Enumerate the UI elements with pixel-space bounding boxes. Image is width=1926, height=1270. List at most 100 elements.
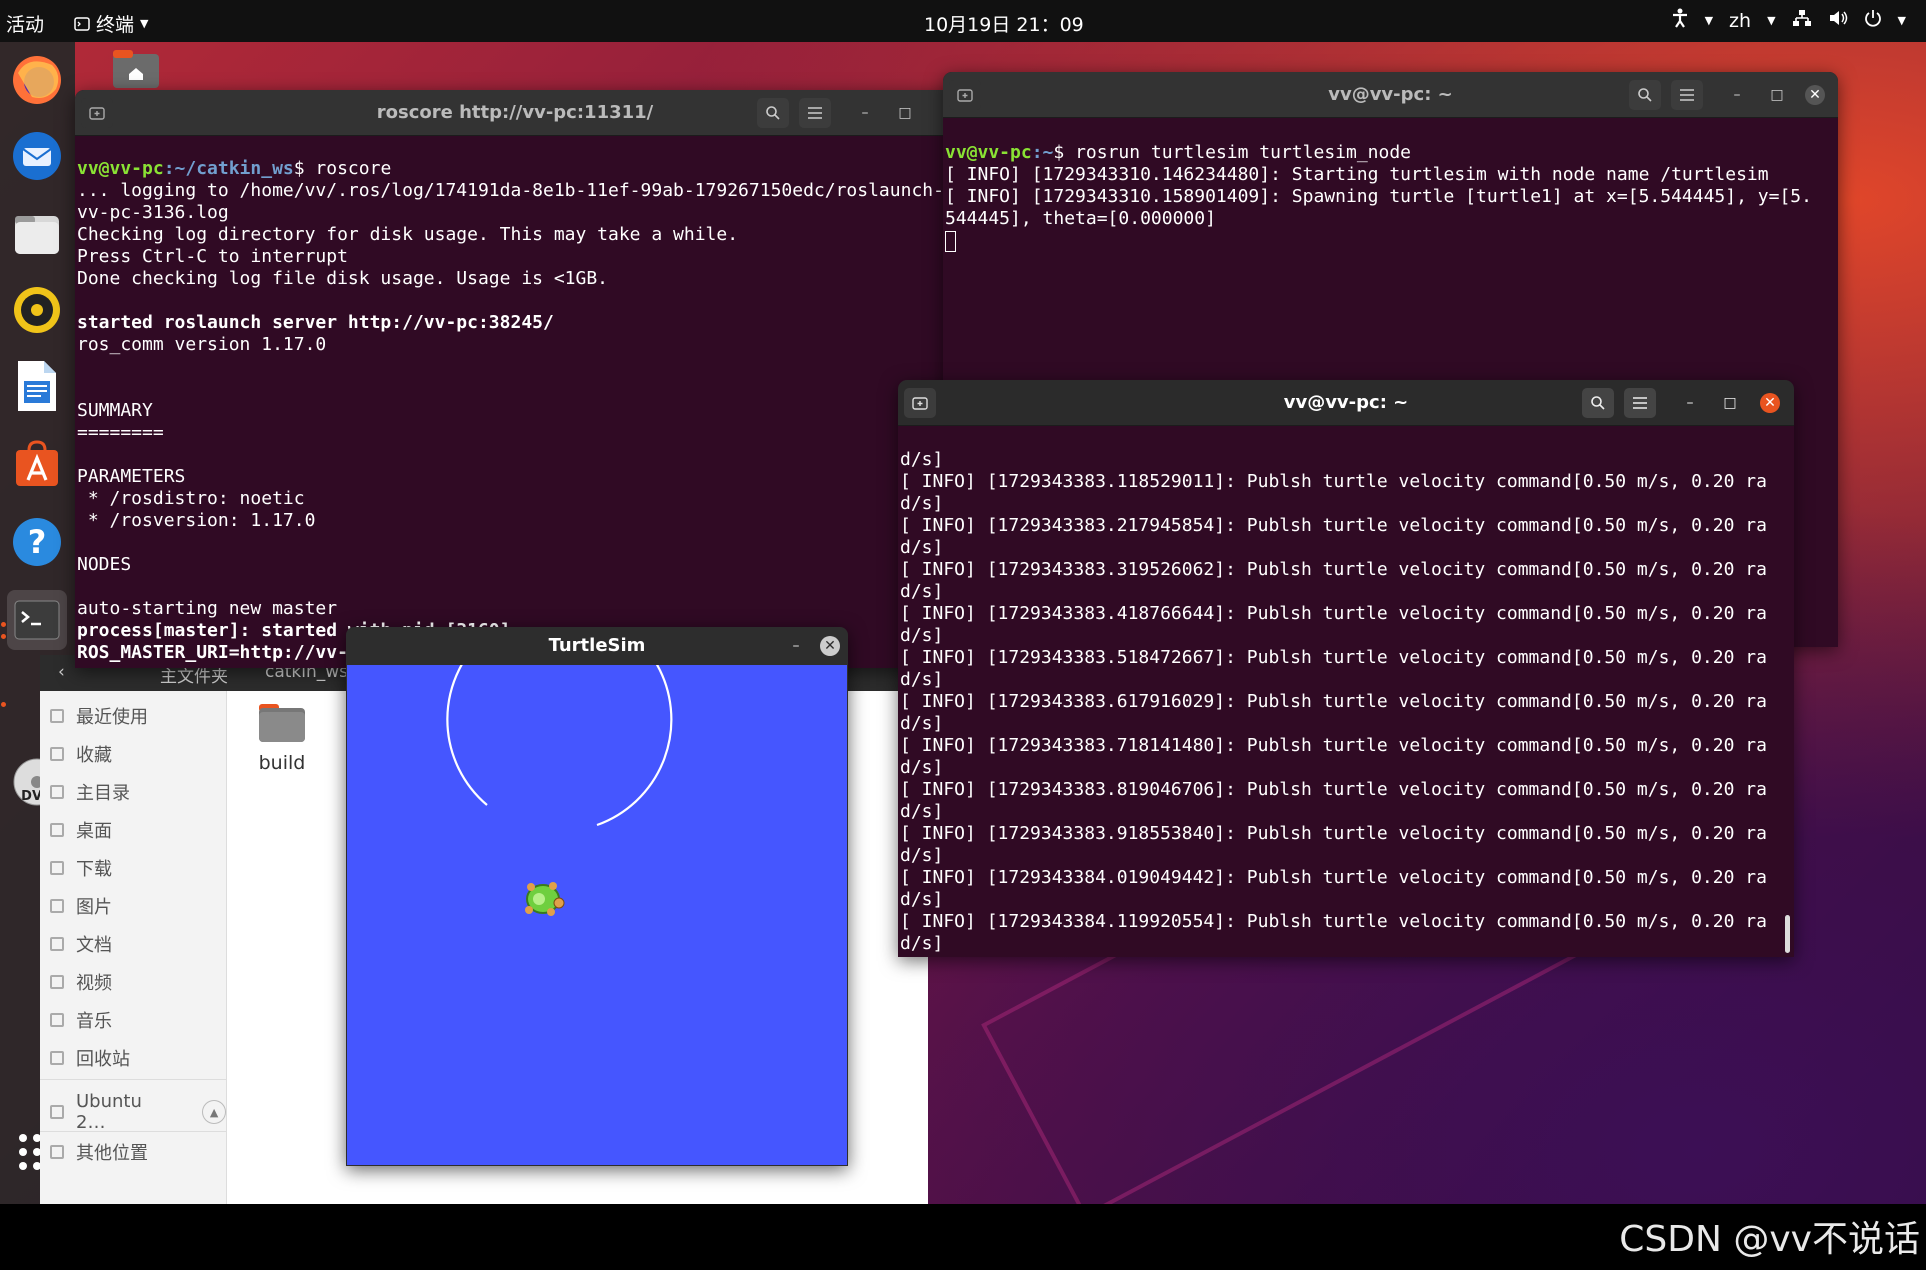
terminal-output[interactable]: d/s] [ INFO] [1729343383.118529011]: Pub…	[898, 427, 1794, 957]
picture-icon	[50, 899, 64, 913]
output-line: d/s]	[900, 713, 944, 734]
minimize-icon[interactable]: –	[1727, 85, 1747, 105]
search-button[interactable]	[1629, 80, 1661, 110]
output-line: PARAMETERS	[77, 466, 186, 487]
sidebar-item-recent[interactable]: 最近使用	[50, 703, 148, 729]
home-icon	[50, 785, 64, 799]
sidebar-item-starred[interactable]: 收藏	[50, 741, 112, 767]
titlebar: vv@vv-pc: ~ – □ ✕	[898, 380, 1794, 426]
thunderbird-icon[interactable]	[7, 126, 67, 186]
sidebar-item-label: 图片	[76, 897, 112, 918]
output-line: [ INFO] [1729343383.718141480]: Publsh t…	[900, 735, 1767, 756]
chevron-down-icon: ▼	[140, 17, 149, 30]
output-line: d/s]	[900, 625, 944, 646]
output-line: SUMMARY	[77, 400, 153, 421]
prompt-user: vv@vv-pc	[945, 142, 1032, 163]
sidebar-item-volume[interactable]: Ubuntu 2… ▲	[50, 1091, 226, 1133]
output-line: * /rosversion: 1.17.0	[77, 510, 316, 531]
output-line: d/s]	[900, 845, 944, 866]
output-line: [ INFO] [1729343383.319526062]: Publsh t…	[900, 559, 1767, 580]
output-line: [ INFO] [1729343383.819046706]: Publsh t…	[900, 779, 1767, 800]
window-title: vv@vv-pc: ~	[1328, 84, 1453, 105]
input-language[interactable]: zh	[1729, 10, 1751, 32]
app-menu[interactable]: 终端 ▼	[74, 10, 148, 37]
close-icon[interactable]: ✕	[820, 636, 840, 656]
folder-build[interactable]: build	[258, 700, 306, 774]
prompt-user: vv@vv-pc	[77, 158, 164, 179]
output-line: Checking log directory for disk usage. T…	[77, 224, 739, 245]
eject-icon[interactable]: ▲	[202, 1100, 226, 1124]
output-line: [ INFO] [1729343383.418766644]: Publsh t…	[900, 603, 1767, 624]
download-icon	[50, 861, 64, 875]
desktop-home-icon[interactable]	[112, 48, 160, 94]
search-button[interactable]	[1582, 388, 1614, 418]
chevron-down-icon[interactable]: ▼	[1705, 14, 1713, 27]
terminal-roscore: roscore http://vv-pc:11311/ – □ vv@vv-pc…	[75, 90, 955, 668]
help-icon[interactable]: ?	[7, 512, 67, 572]
menu-button[interactable]	[1624, 388, 1656, 418]
power-icon[interactable]	[1864, 9, 1882, 32]
sidebar-item-other-locations[interactable]: 其他位置	[50, 1139, 148, 1165]
hamburger-icon	[1633, 397, 1647, 409]
software-icon[interactable]	[7, 434, 67, 494]
network-icon[interactable]	[1792, 9, 1812, 32]
output-line: d/s]	[900, 757, 944, 778]
output-line: * /rosdistro: noetic	[77, 488, 305, 509]
text-cursor	[945, 231, 956, 252]
sidebar-item-pictures[interactable]: 图片	[50, 893, 112, 919]
files-icon[interactable]	[7, 204, 67, 264]
maximize-icon[interactable]: □	[1767, 85, 1787, 105]
close-icon[interactable]: ✕	[1805, 85, 1825, 105]
search-icon	[766, 106, 780, 120]
output-line: d/s]	[900, 933, 944, 954]
menu-button[interactable]	[799, 98, 831, 128]
rhythmbox-icon[interactable]	[7, 280, 67, 340]
output-line: auto-starting new master	[77, 598, 338, 619]
menu-button[interactable]	[1671, 80, 1703, 110]
minimize-icon[interactable]: –	[786, 636, 806, 656]
close-icon[interactable]: ✕	[1760, 393, 1780, 413]
running-indicator	[1, 634, 6, 639]
chevron-down-icon[interactable]: ▼	[1898, 14, 1906, 27]
writer-icon[interactable]	[7, 356, 67, 416]
output-line: [ INFO] [1729343383.617916029]: Publsh t…	[900, 691, 1767, 712]
sidebar-item-videos[interactable]: 视频	[50, 969, 112, 995]
firefox-icon[interactable]	[7, 50, 67, 110]
minimize-icon[interactable]: –	[855, 103, 875, 123]
sidebar-item-trash[interactable]: 回收站	[50, 1045, 130, 1071]
titlebar: roscore http://vv-pc:11311/ – □	[75, 90, 955, 136]
sidebar-item-label: 其他位置	[76, 1143, 148, 1164]
output-line: [ INFO] [1729343310.146234480]: Starting…	[945, 164, 1769, 185]
maximize-icon[interactable]: □	[1720, 393, 1740, 413]
search-button[interactable]	[757, 98, 789, 128]
sidebar-item-documents[interactable]: 文档	[50, 931, 112, 957]
scrollbar[interactable]	[1785, 915, 1790, 953]
output-line: d/s]	[900, 889, 944, 910]
terminal-publisher: vv@vv-pc: ~ – □ ✕ d/s] [ INFO] [17293433…	[898, 380, 1794, 957]
activities-button[interactable]: 活动	[6, 10, 44, 37]
minimize-icon[interactable]: –	[1680, 393, 1700, 413]
output-line-bold: started roslaunch server http://vv-pc:38…	[77, 312, 554, 333]
terminal-icon[interactable]	[7, 590, 67, 650]
sidebar-item-downloads[interactable]: 下载	[50, 855, 112, 881]
sidebar-item-home[interactable]: 主目录	[50, 779, 130, 805]
output-line: [ INFO] [1729343384.119920554]: Publsh t…	[900, 911, 1767, 932]
clock[interactable]: 10月19日 21：09	[924, 10, 1084, 37]
volume-icon[interactable]	[1828, 9, 1848, 32]
maximize-icon[interactable]: □	[895, 103, 915, 123]
folder-icon	[259, 704, 305, 742]
accessibility-icon[interactable]	[1671, 8, 1689, 33]
folder-label: build	[258, 752, 306, 774]
sidebar-item-desktop[interactable]: 桌面	[50, 817, 112, 843]
back-icon[interactable]: ‹	[58, 662, 65, 682]
sidebar-item-label: 主目录	[76, 783, 130, 804]
terminal-small-icon	[74, 16, 90, 31]
sidebar-item-music[interactable]: 音乐	[50, 1007, 112, 1033]
sidebar-separator	[40, 1131, 226, 1132]
output-line: d/s]	[900, 581, 944, 602]
files-sidebar: 最近使用 收藏 主目录 桌面 下载 图片 文档 视频 音乐 回收站 Ubuntu…	[40, 691, 227, 1204]
running-indicator	[1, 702, 6, 707]
terminal-output[interactable]: vv@vv-pc:~/catkin_ws$ roscore ... loggin…	[75, 136, 955, 668]
sidebar-item-label: 收藏	[76, 745, 112, 766]
chevron-down-icon[interactable]: ▼	[1767, 14, 1775, 27]
